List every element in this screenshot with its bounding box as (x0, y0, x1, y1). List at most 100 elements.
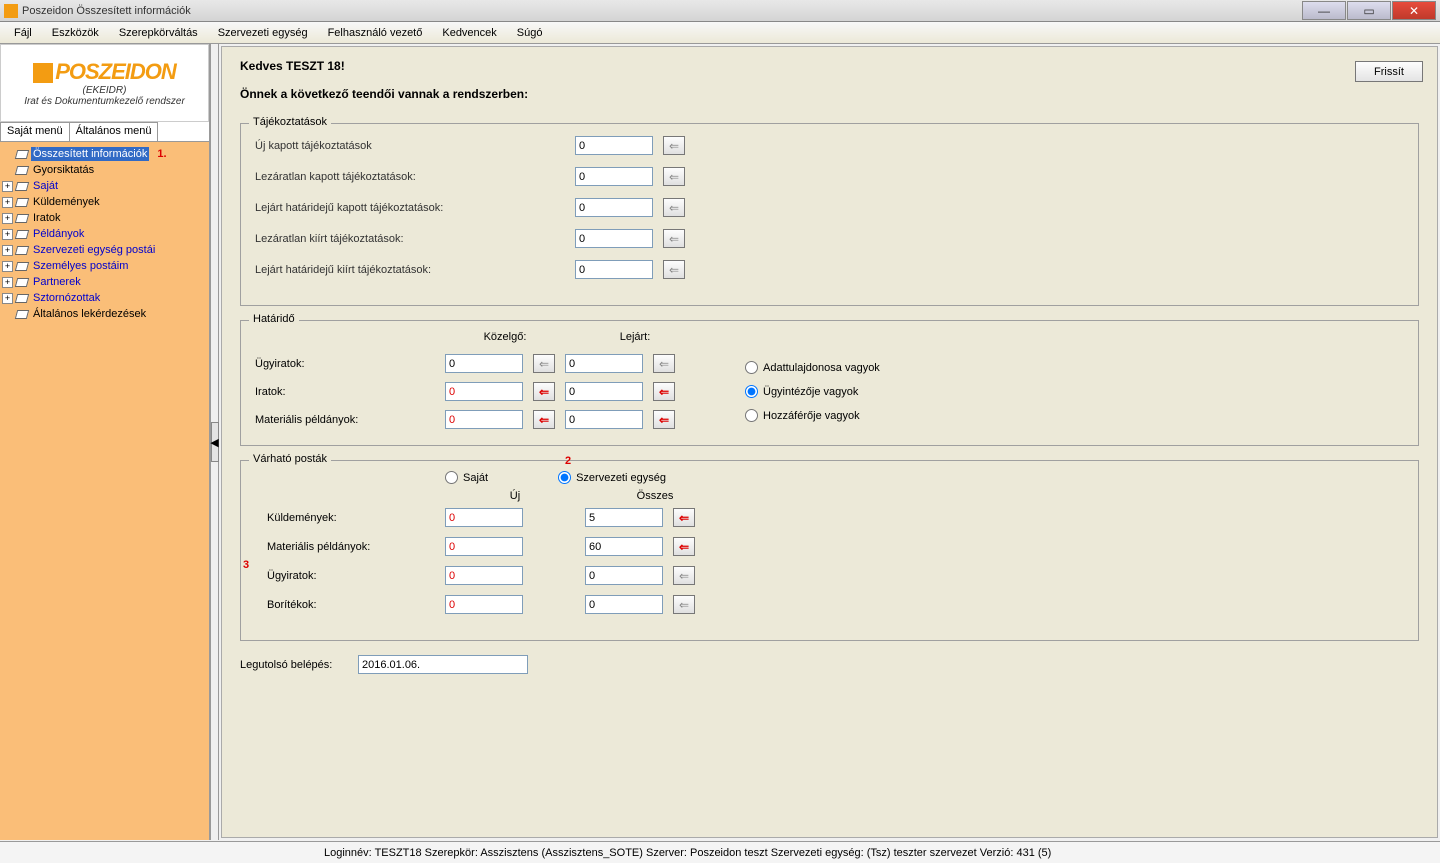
varhato-row: Ügyiratok:⇐ (255, 566, 1404, 585)
hatarido-lejart-1[interactable] (565, 382, 643, 401)
goto-button[interactable]: ⇐ (663, 229, 685, 248)
tree-item-4[interactable]: + Iratok (2, 210, 207, 226)
tree-item-7[interactable]: +Személyes postáim (2, 258, 207, 274)
menu-fajl[interactable]: Fájl (4, 25, 42, 41)
sheet-icon (15, 180, 29, 192)
group-tajekoztatasok: Tájékoztatások Új kapott tájékoztatások⇐… (240, 123, 1419, 306)
goto-button[interactable]: ⇐ (653, 410, 675, 429)
tajek-input-4[interactable] (575, 260, 653, 279)
tree-label: Szervezeti egység postái (31, 243, 157, 257)
splitter-handle-icon[interactable]: ◀ (211, 422, 219, 462)
hatarido-lejart-0[interactable] (565, 354, 643, 373)
tree-expand-icon[interactable]: + (2, 181, 13, 192)
menu-szervezeti-egyseg[interactable]: Szervezeti egység (208, 25, 318, 41)
splitter[interactable]: ◀ (210, 44, 219, 840)
goto-button[interactable]: ⇐ (673, 566, 695, 585)
tree-label: Sztornózottak (31, 291, 102, 305)
statusbar: Loginnév: TESZT18 Szerepkör: Asszisztens… (0, 841, 1440, 863)
menu-szerepkorvaltas[interactable]: Szerepkörváltás (109, 25, 208, 41)
goto-button[interactable]: ⇐ (663, 260, 685, 279)
menu-kedvencek[interactable]: Kedvencek (432, 25, 506, 41)
tree-item-5[interactable]: + Példányok (2, 226, 207, 242)
menu-felhasznalo-vezeto[interactable]: Felhasználó vezető (318, 25, 433, 41)
sheet-icon (15, 228, 29, 240)
radio-sajat[interactable]: Saját (445, 471, 488, 484)
tajek-input-1[interactable] (575, 167, 653, 186)
goto-button[interactable]: ⇐ (653, 382, 675, 401)
tree-expand-icon[interactable]: + (2, 293, 13, 304)
varhato-uj-2[interactable] (445, 566, 523, 585)
tree-label: Gyorsiktatás (31, 163, 96, 177)
tree-expand-icon[interactable]: + (2, 261, 13, 272)
tajek-row: Új kapott tájékoztatások⇐ (255, 134, 1404, 157)
app-icon (4, 4, 18, 18)
tajek-row: Lejárt határidejű kiírt tájékoztatások:⇐ (255, 258, 1404, 281)
group-title-varhato: Várható posták (249, 453, 331, 465)
group-title-tajek: Tájékoztatások (249, 116, 331, 128)
tajek-input-3[interactable] (575, 229, 653, 248)
tree-item-2[interactable]: +Saját (2, 178, 207, 194)
goto-button[interactable]: ⇐ (673, 508, 695, 527)
hatarido-kozelgo-2[interactable] (445, 410, 523, 429)
tree-label: Példányok (31, 227, 86, 241)
radio-szervezeti-egyseg[interactable]: Szervezeti egység (558, 471, 666, 484)
tree-expand-icon[interactable]: + (2, 197, 13, 208)
goto-button[interactable]: ⇐ (663, 198, 685, 217)
tree-label: Összesített információk (31, 147, 149, 161)
menu-sugo[interactable]: Súgó (507, 25, 553, 41)
tree-expand-icon[interactable]: + (2, 213, 13, 224)
goto-button[interactable]: ⇐ (673, 595, 695, 614)
radio-role-1[interactable]: Ügyintézője vagyok (745, 385, 1404, 398)
greeting-text: Kedves TESZT 18! (240, 59, 1419, 73)
close-button[interactable]: ✕ (1392, 1, 1436, 20)
subgreeting-text: Önnek a következő teendői vannak a rends… (240, 87, 1419, 101)
tree-item-6[interactable]: + Szervezeti egység postái (2, 242, 207, 258)
maximize-button[interactable]: ▭ (1347, 1, 1391, 20)
varhato-osszes-2[interactable] (585, 566, 663, 585)
varhato-osszes-1[interactable] (585, 537, 663, 556)
tree-label: Iratok (31, 211, 63, 225)
tree-label: Küldemények (31, 195, 102, 209)
nav-tree: Összesített információk1.Gyorsiktatás+Sa… (0, 142, 209, 840)
varhato-uj-1[interactable] (445, 537, 523, 556)
hatarido-kozelgo-1[interactable] (445, 382, 523, 401)
goto-button[interactable]: ⇐ (663, 136, 685, 155)
tree-item-10[interactable]: Általános lekérdezések (2, 306, 207, 322)
hatarido-lejart-2[interactable] (565, 410, 643, 429)
goto-button[interactable]: ⇐ (533, 354, 555, 373)
tree-item-0[interactable]: Összesített információk1. (2, 146, 207, 162)
hatarido-kozelgo-0[interactable] (445, 354, 523, 373)
group-hatarido: Határidő Közelgő: Lejárt: Ügyiratok:⇐⇐ A… (240, 320, 1419, 446)
varhato-osszes-3[interactable] (585, 595, 663, 614)
menu-eszkozok[interactable]: Eszközök (42, 25, 109, 41)
tree-expand-icon[interactable]: + (2, 277, 13, 288)
goto-button[interactable]: ⇐ (533, 382, 555, 401)
tajek-input-2[interactable] (575, 198, 653, 217)
tree-item-3[interactable]: + Küldemények (2, 194, 207, 210)
tajek-input-0[interactable] (575, 136, 653, 155)
tree-item-1[interactable]: Gyorsiktatás (2, 162, 207, 178)
varhato-osszes-0[interactable] (585, 508, 663, 527)
radio-role-2[interactable]: Hozzáférője vagyok (745, 409, 1404, 422)
goto-button[interactable]: ⇐ (653, 354, 675, 373)
goto-button[interactable]: ⇐ (533, 410, 555, 429)
refresh-button[interactable]: Frissít (1355, 61, 1423, 82)
minimize-button[interactable]: — (1302, 1, 1346, 20)
last-login-input[interactable] (358, 655, 528, 674)
radio-role-0[interactable]: Adattulajdonosa vagyok (745, 361, 1404, 374)
tree-expand-icon[interactable]: + (2, 245, 13, 256)
tab-sajat-menu[interactable]: Saját menü (0, 122, 70, 141)
tab-altalanos-menu[interactable]: Általános menü (69, 122, 159, 141)
goto-button[interactable]: ⇐ (673, 537, 695, 556)
titlebar: Poszeidon Összesített információk — ▭ ✕ (0, 0, 1440, 22)
tree-item-9[interactable]: + Sztornózottak (2, 290, 207, 306)
sheet-icon (15, 196, 29, 208)
varhato-uj-3[interactable] (445, 595, 523, 614)
field-label: Küldemények: (255, 512, 445, 524)
varhato-uj-0[interactable] (445, 508, 523, 527)
sheet-icon (15, 148, 29, 160)
tree-expand-icon[interactable]: + (2, 229, 13, 240)
goto-button[interactable]: ⇐ (663, 167, 685, 186)
sheet-icon (15, 308, 29, 320)
tree-item-8[interactable]: +Partnerek (2, 274, 207, 290)
